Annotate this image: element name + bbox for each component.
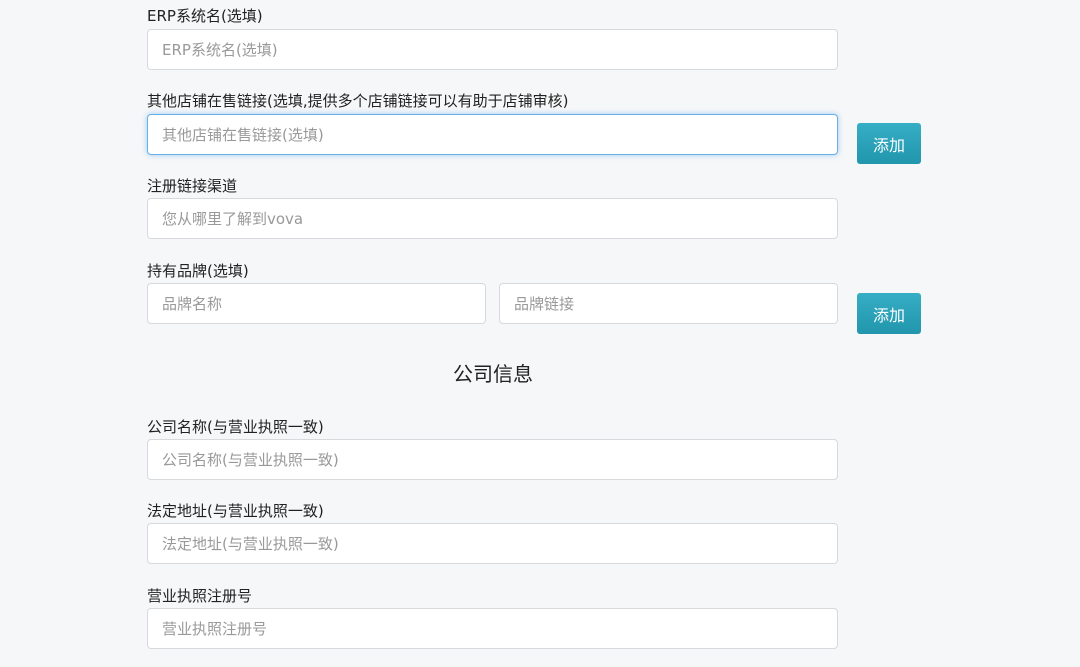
- add-store-link-button[interactable]: 添加: [857, 123, 921, 164]
- company-name-input[interactable]: [147, 439, 838, 480]
- brand-label: 持有品牌(选填): [147, 262, 249, 280]
- company-name-label: 公司名称(与营业执照一致): [147, 418, 324, 436]
- other-store-links-label: 其他店铺在售链接(选填,提供多个店铺链接可以有助于店铺审核): [147, 92, 569, 110]
- erp-system-label: ERP系统名(选填): [147, 7, 263, 25]
- registration-channel-input[interactable]: [147, 198, 838, 239]
- add-brand-button[interactable]: 添加: [857, 293, 921, 334]
- legal-address-input[interactable]: [147, 523, 838, 564]
- legal-address-label: 法定地址(与营业执照一致): [147, 502, 324, 520]
- seller-registration-form: ERP系统名(选填) 其他店铺在售链接(选填,提供多个店铺链接可以有助于店铺审核…: [0, 0, 1080, 667]
- business-license-input[interactable]: [147, 608, 838, 649]
- other-store-link-input[interactable]: [147, 114, 838, 155]
- brand-name-input[interactable]: [147, 283, 486, 324]
- brand-link-input[interactable]: [499, 283, 838, 324]
- erp-system-input[interactable]: [147, 29, 838, 70]
- company-info-heading: 公司信息: [453, 362, 533, 386]
- registration-channel-label: 注册链接渠道: [147, 177, 238, 195]
- business-license-label: 营业执照注册号: [147, 587, 253, 605]
